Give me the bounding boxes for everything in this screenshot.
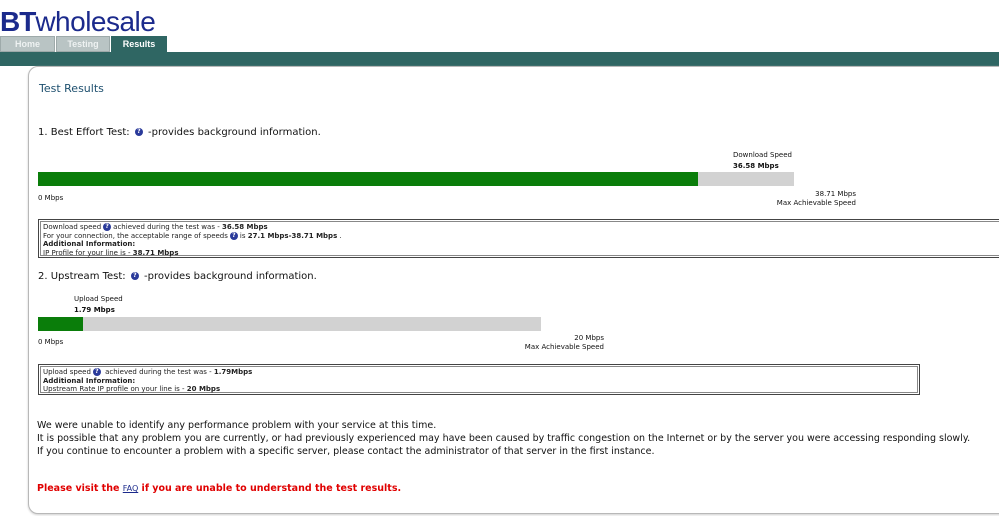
question-circle-icon[interactable]: ? [229, 231, 238, 240]
upload-additional-info-label: Additional Information: [43, 376, 136, 385]
download-max-label: 38.71 Mbps [815, 190, 856, 198]
message-line1: We were unable to identify any performan… [37, 420, 437, 431]
download-speed-track [38, 172, 794, 186]
question-circle-icon[interactable]: ? [130, 272, 139, 280]
tab-results[interactable]: Results [111, 36, 167, 53]
message-line2: It is possible that any problem you are … [37, 433, 971, 444]
upload-info-box: Upload speed? achieved during the test w… [38, 364, 920, 395]
logo-wholesale: wholesale [35, 6, 156, 37]
question-circle-icon[interactable]: ? [92, 368, 101, 376]
best-effort-heading: 1. Best Effort Test: ? -provides backgro… [38, 127, 321, 138]
question-circle-icon[interactable]: ? [134, 128, 143, 136]
upload-speed-track [38, 317, 541, 331]
logo-bt: BT [0, 6, 36, 37]
best-effort-title: 1. Best Effort Test: [38, 127, 130, 138]
upload-speed-label: Upload Speed [74, 295, 123, 303]
message-line3: If you continue to encounter a problem w… [37, 446, 655, 457]
upstream-title: 2. Upstream Test: [38, 271, 126, 282]
download-min-label: 0 Mbps [38, 194, 64, 202]
upload-speed-value: 1.79 Mbps [74, 306, 115, 314]
upload-info-line1: Upload speed? achieved during the test w… [43, 368, 253, 376]
upload-speed-fill [38, 317, 84, 331]
upstream-subtitle: -provides background information. [144, 271, 317, 282]
upstream-heading: 2. Upstream Test: ? -provides background… [38, 271, 317, 282]
download-speed-label: Download Speed [733, 151, 792, 159]
download-info-line1: Download speed? achieved during the test … [43, 223, 268, 231]
page-title: Test Results [39, 82, 104, 95]
faq-link[interactable]: FAQ [123, 484, 139, 493]
header-bar [0, 52, 999, 66]
download-speed-value: 36.58 Mbps [733, 162, 779, 170]
download-speed-fill [38, 172, 699, 186]
download-additional-info-label: Additional Information: [43, 240, 136, 248]
upload-info-line2: Upstream Rate IP profile on your line is… [43, 385, 221, 393]
best-effort-subtitle: -provides background information. [148, 127, 321, 138]
upload-max-caption: Max Achievable Speed [524, 343, 604, 351]
download-max-caption: Max Achievable Speed [776, 199, 856, 207]
download-info-line2: For your connection, the acceptable rang… [43, 231, 342, 240]
question-circle-icon[interactable]: ? [103, 223, 112, 231]
download-info-box: Download speed? achieved during the test … [38, 219, 999, 258]
results-message: We were unable to identify any performan… [37, 419, 970, 458]
bt-wholesale-logo: BTwholesale [0, 6, 156, 37]
tab-home[interactable]: Home [0, 36, 55, 52]
upload-min-label: 0 Mbps [38, 338, 64, 346]
faq-notice: Please visit the FAQ if you are unable t… [37, 483, 402, 494]
tab-testing[interactable]: Testing [56, 36, 110, 52]
upload-max-label: 20 Mbps [574, 334, 604, 342]
download-info-line3: IP Profile for your line is - 38.71 Mbps [43, 248, 179, 257]
